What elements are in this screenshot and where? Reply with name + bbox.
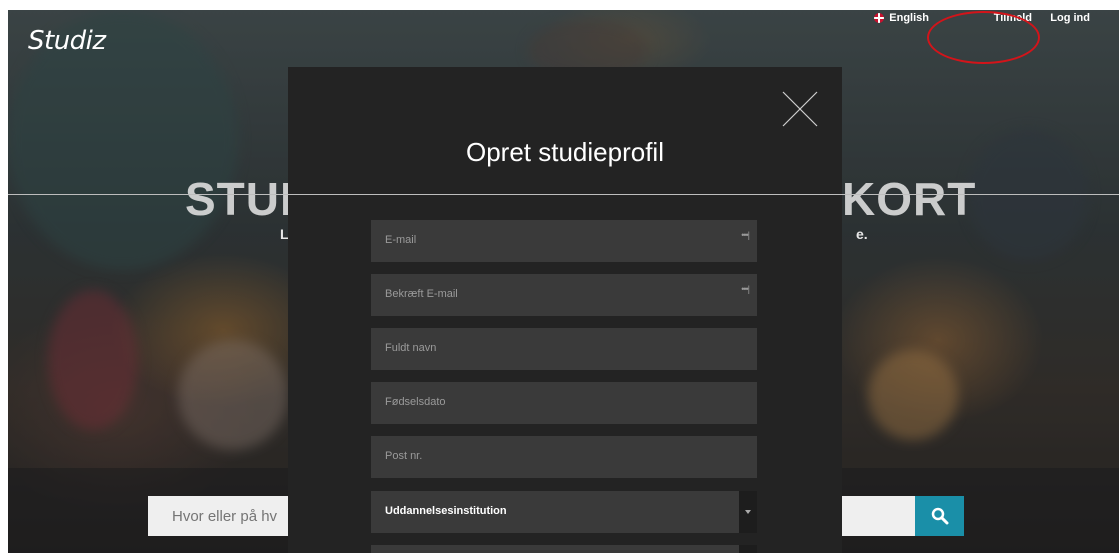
confirm-email-placeholder: Bekræft E-mail	[385, 288, 458, 300]
search-button[interactable]	[915, 496, 964, 536]
autofill-icon[interactable]: •••|	[741, 230, 750, 240]
postal-code-placeholder: Post nr.	[385, 450, 423, 462]
close-button[interactable]	[782, 91, 818, 127]
birthdate-placeholder: Fødselsdato	[385, 396, 446, 408]
full-name-placeholder: Fuldt navn	[385, 342, 437, 354]
close-icon	[782, 91, 818, 127]
modal-title: Opret studieprofil	[466, 137, 664, 167]
language-switch[interactable]: English	[874, 12, 929, 24]
confirm-email-field[interactable]: Bekræft E-mail •••|	[371, 274, 757, 316]
search-location-field[interactable]	[842, 496, 917, 536]
language-label: English	[889, 12, 929, 24]
search-icon	[931, 507, 948, 525]
annotation-circle	[927, 11, 1040, 64]
login-link[interactable]: Log ind	[1050, 12, 1090, 24]
search-input[interactable]	[148, 496, 293, 536]
uk-flag-icon	[874, 13, 885, 23]
chevron-down-icon[interactable]	[739, 545, 757, 553]
autofill-icon[interactable]: •••|	[741, 284, 750, 294]
hero-subtitle-right-fragment: e.	[856, 226, 868, 242]
email-placeholder: E-mail	[385, 234, 417, 246]
email-field[interactable]: E-mail •••|	[371, 220, 757, 262]
institution-select[interactable]: Uddannelsesinstitution	[371, 491, 757, 533]
chevron-down-icon[interactable]	[739, 491, 757, 533]
birthdate-field[interactable]: Fødselsdato	[371, 382, 757, 424]
hero-title-right-fragment: KORT	[842, 173, 977, 225]
full-name-field[interactable]: Fuldt navn	[371, 328, 757, 370]
title-divider	[8, 194, 1119, 195]
next-select-partial[interactable]	[371, 545, 757, 553]
institution-select-value: Uddannelsesinstitution	[385, 505, 507, 517]
page-viewport: STUD KORT Li e. Studiz English Tilmeld L…	[8, 10, 1119, 553]
studiz-logo[interactable]: Studiz	[28, 26, 106, 56]
postal-code-field[interactable]: Post nr.	[371, 436, 757, 478]
